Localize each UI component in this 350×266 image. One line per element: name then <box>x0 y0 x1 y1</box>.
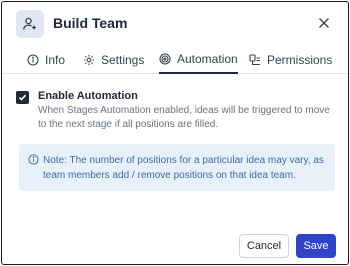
tab-settings[interactable]: Settings <box>83 46 144 74</box>
enable-automation-label[interactable]: Enable Automation <box>38 90 138 102</box>
save-button[interactable]: Save <box>296 234 336 258</box>
automation-description: When Stages Automation enabled, ideas wi… <box>38 105 330 130</box>
note-text: Note: The number of positions for a part… <box>43 155 324 181</box>
add-user-icon <box>23 17 36 30</box>
checkmark-icon <box>18 94 27 101</box>
enable-automation-checkbox[interactable] <box>16 91 29 104</box>
info-icon <box>28 154 39 165</box>
tab-info[interactable]: Info <box>27 46 65 74</box>
tab-label: Automation <box>177 52 238 66</box>
info-note: Note: The number of positions for a part… <box>19 144 335 191</box>
permissions-icon <box>249 54 260 66</box>
gear-icon <box>83 54 95 66</box>
tab-permissions[interactable]: Permissions <box>249 46 332 74</box>
tab-label: Info <box>45 53 66 67</box>
cancel-button[interactable]: Cancel <box>239 234 289 258</box>
tab-automation[interactable]: Automation <box>159 46 238 74</box>
dialog-header: Build Team <box>2 2 348 46</box>
tab-label: Settings <box>101 53 145 67</box>
dialog-title: Build Team <box>53 15 128 31</box>
tab-label: Permissions <box>267 53 333 67</box>
automation-icon <box>159 53 171 65</box>
info-icon <box>27 54 39 66</box>
close-icon <box>319 18 329 28</box>
tab-bar: Info Settings Automation Permissions <box>2 46 348 74</box>
close-button[interactable] <box>315 14 333 32</box>
build-team-dialog: Build Team Info Settings Automation Perm… <box>1 1 349 265</box>
team-avatar <box>16 10 44 38</box>
